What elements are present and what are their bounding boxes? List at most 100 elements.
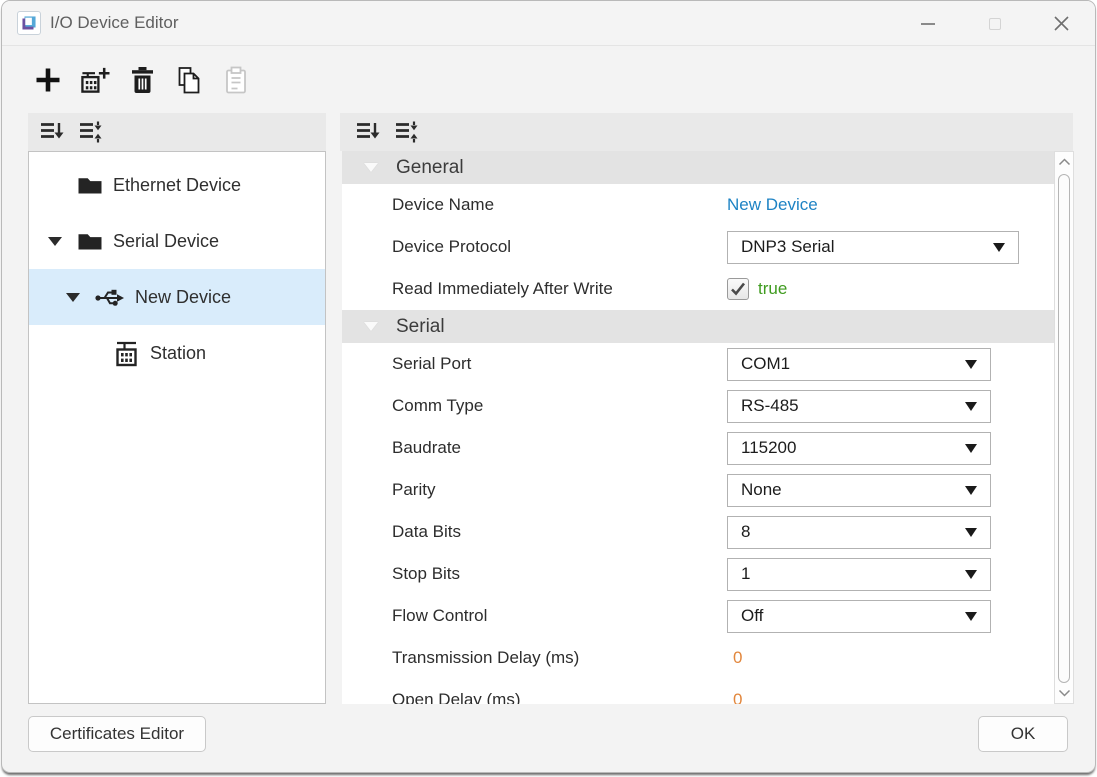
- tree-item-station[interactable]: Station: [29, 325, 325, 381]
- paste-icon: [224, 66, 248, 95]
- row-transmission-delay: Transmission Delay (ms) 0: [342, 637, 1054, 679]
- property-grid-scrollbar[interactable]: [1054, 151, 1074, 704]
- section-collapse-icon: [364, 163, 378, 172]
- dropdown-value: 115200: [741, 438, 796, 458]
- checkbox-value-text: true: [758, 279, 787, 299]
- tree-sort-descending-button[interactable]: [38, 120, 65, 145]
- row-stop-bits: Stop Bits 1: [342, 553, 1054, 595]
- open-delay-value[interactable]: 0: [727, 690, 742, 704]
- section-title: Serial: [396, 316, 445, 338]
- property-label: Data Bits: [342, 522, 727, 542]
- scrollbar-thumb[interactable]: [1058, 174, 1070, 683]
- property-label: Comm Type: [342, 396, 727, 416]
- trash-icon: [130, 66, 155, 94]
- dropdown-value: None: [741, 480, 782, 500]
- tree-panel-header: [28, 113, 326, 151]
- device-protocol-dropdown[interactable]: DNP3 Serial: [727, 231, 1019, 264]
- close-button[interactable]: [1028, 1, 1095, 46]
- row-flow-control: Flow Control Off: [342, 595, 1054, 637]
- row-data-bits: Data Bits 8: [342, 511, 1054, 553]
- section-serial[interactable]: Serial: [342, 310, 1054, 343]
- scroll-up-button[interactable]: [1055, 153, 1073, 171]
- device-name-value[interactable]: New Device: [727, 195, 818, 215]
- tree-item-ethernet-device[interactable]: Ethernet Device: [29, 157, 325, 213]
- window-controls: [894, 1, 1095, 46]
- chevron-down-icon: [965, 570, 977, 579]
- property-label: Stop Bits: [342, 564, 727, 584]
- section-title: General: [396, 157, 464, 179]
- tree-item-serial-device[interactable]: Serial Device: [29, 213, 325, 269]
- io-device-editor-window: I/O Device Editor: [1, 0, 1096, 773]
- property-label: Parity: [342, 480, 727, 500]
- scroll-down-button[interactable]: [1055, 684, 1073, 702]
- tree-item-label: Ethernet Device: [113, 175, 241, 196]
- property-label: Transmission Delay (ms): [342, 648, 727, 668]
- property-label: Device Name: [342, 195, 727, 215]
- parity-dropdown[interactable]: None: [727, 474, 991, 507]
- property-panel-header: [340, 113, 1073, 151]
- dropdown-value: RS-485: [741, 396, 799, 416]
- dropdown-value: DNP3 Serial: [741, 237, 835, 257]
- collapse-expander[interactable]: [66, 293, 80, 302]
- row-comm-type: Comm Type RS-485: [342, 385, 1054, 427]
- prop-sort-descending-button[interactable]: [354, 120, 381, 145]
- property-label: Baudrate: [342, 438, 727, 458]
- comm-type-dropdown[interactable]: RS-485: [727, 390, 991, 423]
- chevron-down-icon: [66, 293, 80, 302]
- title-bar: I/O Device Editor: [2, 1, 1095, 46]
- sort-descending-icon: [39, 120, 65, 144]
- minimize-button[interactable]: [894, 1, 961, 46]
- certificates-editor-button[interactable]: Certificates Editor: [28, 716, 206, 752]
- row-parity: Parity None: [342, 469, 1054, 511]
- chevron-down-icon: [965, 360, 977, 369]
- app-logo-icon: [17, 11, 41, 35]
- row-serial-port: Serial Port COM1: [342, 343, 1054, 385]
- sort-reorder-icon: [78, 120, 104, 144]
- close-icon: [1053, 15, 1070, 32]
- transmission-delay-value[interactable]: 0: [727, 648, 742, 668]
- chevron-down-icon: [965, 402, 977, 411]
- baudrate-dropdown[interactable]: 115200: [727, 432, 991, 465]
- folder-icon: [77, 174, 103, 196]
- add-device-button[interactable]: [33, 65, 63, 95]
- delete-button[interactable]: [127, 65, 157, 95]
- tree-sort-reorder-button[interactable]: [77, 120, 104, 145]
- row-read-immediately: Read Immediately After Write true: [342, 268, 1054, 310]
- maximize-button[interactable]: [961, 1, 1028, 46]
- chevron-down-icon: [965, 612, 977, 621]
- stop-bits-dropdown[interactable]: 1: [727, 558, 991, 591]
- property-grid: General Device Name New Device Device Pr…: [342, 151, 1054, 704]
- property-label: Flow Control: [342, 606, 727, 626]
- add-station-icon: [80, 66, 110, 95]
- flow-control-dropdown[interactable]: Off: [727, 600, 991, 633]
- row-device-protocol: Device Protocol DNP3 Serial: [342, 226, 1054, 268]
- dropdown-value: Off: [741, 606, 763, 626]
- section-general[interactable]: General: [342, 151, 1054, 184]
- read-immediately-checkbox[interactable]: [727, 278, 749, 300]
- device-tree: Ethernet Device Serial Device: [28, 151, 326, 704]
- add-station-button[interactable]: [80, 65, 110, 95]
- row-baudrate: Baudrate 115200: [342, 427, 1054, 469]
- add-icon: [34, 66, 62, 94]
- ok-button[interactable]: OK: [978, 716, 1068, 752]
- property-label: Read Immediately After Write: [342, 279, 727, 299]
- paste-button: [221, 65, 251, 95]
- usb-icon: [95, 285, 125, 309]
- chevron-up-icon: [1058, 158, 1071, 166]
- chevron-down-icon: [965, 528, 977, 537]
- tree-item-new-device[interactable]: New Device: [29, 269, 325, 325]
- prop-sort-reorder-button[interactable]: [393, 120, 420, 145]
- copy-button[interactable]: [174, 65, 204, 95]
- collapse-expander[interactable]: [48, 237, 62, 246]
- data-bits-dropdown[interactable]: 8: [727, 516, 991, 549]
- tree-item-label: New Device: [135, 287, 231, 308]
- folder-icon: [77, 230, 103, 252]
- serial-port-dropdown[interactable]: COM1: [727, 348, 991, 381]
- dropdown-value: 8: [741, 522, 750, 542]
- property-label: Open Delay (ms): [342, 690, 727, 704]
- dropdown-value: COM1: [741, 354, 790, 374]
- property-label: Device Protocol: [342, 237, 727, 257]
- dropdown-value: 1: [741, 564, 750, 584]
- tree-item-label: Station: [150, 343, 206, 364]
- toolbar: [2, 47, 1095, 113]
